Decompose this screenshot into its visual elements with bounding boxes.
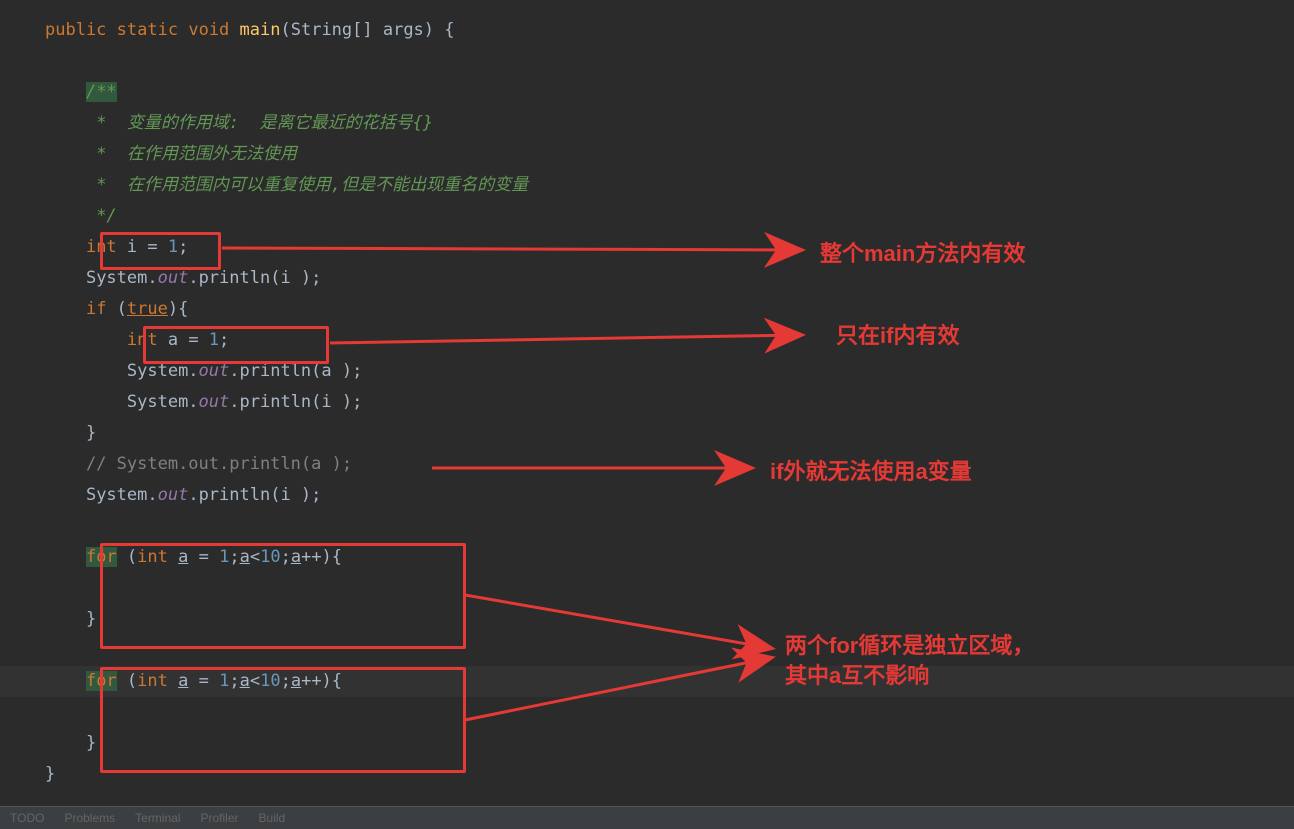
comment-sysout: // System.out.println(a ); xyxy=(86,454,352,474)
println-i2: .println(i ); xyxy=(229,392,362,412)
code-editor[interactable]: public static void main(String[] args) {… xyxy=(45,15,528,790)
out1: out xyxy=(158,268,189,288)
semi2: ; xyxy=(219,330,229,350)
for2-s1: ; xyxy=(229,671,239,691)
doc2: 在作用范围外无法使用 xyxy=(127,144,297,164)
kw-int-i: int xyxy=(86,237,117,257)
sys1: System. xyxy=(86,268,158,288)
todo-tab[interactable]: TODO xyxy=(10,806,44,829)
method-main: main xyxy=(240,20,281,40)
for1-a1: a xyxy=(178,547,188,567)
println-a: .println(a ); xyxy=(229,361,362,381)
for1-1: 1 xyxy=(219,547,229,567)
kw-for1: for xyxy=(86,547,117,567)
sys4: System. xyxy=(86,485,158,505)
doc3-star: * xyxy=(86,175,127,195)
if-paren: ( xyxy=(106,299,126,319)
for2-lt: < xyxy=(250,671,260,691)
int-i-rest: i = xyxy=(117,237,168,257)
doc-close: */ xyxy=(86,206,117,226)
for1-int: int xyxy=(137,547,168,567)
semi: ; xyxy=(178,237,188,257)
for1-10: 10 xyxy=(260,547,280,567)
for2-1: 1 xyxy=(219,671,229,691)
kw-if: if xyxy=(86,299,106,319)
brace4: } xyxy=(45,764,55,784)
kw-public: public xyxy=(45,20,106,40)
for1-open: ( xyxy=(117,547,137,567)
annotation-if-out: if外就无法使用a变量 xyxy=(770,458,972,486)
println1: .println(i ); xyxy=(188,268,321,288)
println-i3: .println(i ); xyxy=(188,485,321,505)
bottom-toolbar[interactable]: TODO Problems Terminal Profiler Build xyxy=(0,806,1294,829)
kw-static: static xyxy=(117,20,178,40)
annotation-for-1: 两个for循环是独立区域， xyxy=(785,632,1034,660)
doc2-star: * xyxy=(86,144,127,164)
build-tab[interactable]: Build xyxy=(259,806,286,829)
profiler-tab[interactable]: Profiler xyxy=(201,806,239,829)
doc1-star: * xyxy=(86,113,127,133)
out3: out xyxy=(199,392,230,412)
for2-s2: ; xyxy=(281,671,291,691)
for1-a3: a xyxy=(291,547,301,567)
for2-a3: a xyxy=(291,671,301,691)
for2-a2: a xyxy=(240,671,250,691)
sys2: System. xyxy=(127,361,199,381)
out4: out xyxy=(158,485,189,505)
annotation-main: 整个main方法内有效 xyxy=(820,240,1025,268)
brace2: } xyxy=(86,609,96,629)
sys3: System. xyxy=(127,392,199,412)
problems-tab[interactable]: Problems xyxy=(64,806,115,829)
for1-lt: < xyxy=(250,547,260,567)
annotation-for-2: 其中a互不影响 xyxy=(785,662,929,690)
for1-eq: = xyxy=(188,547,219,567)
for2-sp xyxy=(168,671,178,691)
kw-int-a: int xyxy=(127,330,158,350)
for1-s1: ; xyxy=(229,547,239,567)
doc3: 在作用范围内可以重复使用,但是不能出现重名的变量 xyxy=(127,175,528,195)
for2-int: int xyxy=(137,671,168,691)
annotation-if: 只在if内有效 xyxy=(836,322,959,350)
doc1: 变量的作用域: 是离它最近的花括号{} xyxy=(127,113,433,133)
brace1: } xyxy=(86,423,96,443)
kw-for2: for xyxy=(86,671,117,691)
for1-inc: ++){ xyxy=(301,547,342,567)
brace3: } xyxy=(86,733,96,753)
for1-sp xyxy=(168,547,178,567)
for1-s2: ; xyxy=(281,547,291,567)
for2-open: ( xyxy=(117,671,137,691)
doc-open: /** xyxy=(86,82,117,102)
for2-eq: = xyxy=(188,671,219,691)
kw-true: true xyxy=(127,299,168,319)
for2-inc: ++){ xyxy=(301,671,342,691)
if-close: ){ xyxy=(168,299,188,319)
out2: out xyxy=(199,361,230,381)
num-1: 1 xyxy=(168,237,178,257)
for1-a2: a xyxy=(240,547,250,567)
for2-10: 10 xyxy=(260,671,280,691)
int-a-rest: a = xyxy=(158,330,209,350)
for2-a1: a xyxy=(178,671,188,691)
kw-void: void xyxy=(188,20,229,40)
sig: (String[] args) { xyxy=(281,20,455,40)
num-1b: 1 xyxy=(209,330,219,350)
terminal-tab[interactable]: Terminal xyxy=(135,806,180,829)
